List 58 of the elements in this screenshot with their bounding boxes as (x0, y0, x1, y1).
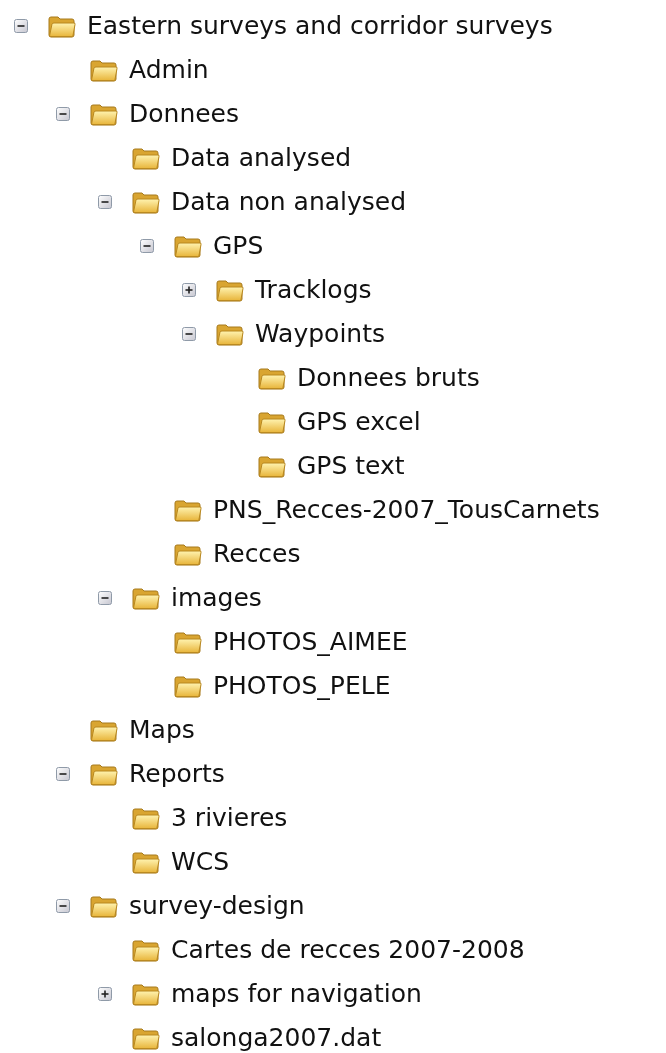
collapse-icon[interactable] (140, 239, 154, 253)
folder-icon (90, 718, 118, 742)
collapse-icon[interactable] (56, 767, 70, 781)
folder-icon (174, 498, 202, 522)
folder-icon (132, 1026, 160, 1050)
folder-label[interactable]: GPS text (297, 447, 405, 485)
folder-label[interactable]: Admin (129, 51, 209, 89)
folder-label[interactable]: Waypoints (255, 315, 386, 353)
folder-icon (90, 762, 118, 786)
folder-label[interactable]: images (171, 579, 262, 617)
folder-label[interactable]: GPS (213, 227, 264, 265)
folder-icon (90, 58, 118, 82)
folder-icon (258, 410, 286, 434)
folder-icon (48, 14, 76, 38)
folder-label[interactable]: WCS (171, 843, 230, 881)
folder-label[interactable]: Tracklogs (255, 271, 372, 309)
collapse-icon[interactable] (182, 327, 196, 341)
folder-icon (132, 146, 160, 170)
folder-label[interactable]: salonga2007.dat (171, 1019, 382, 1053)
collapse-icon[interactable] (98, 195, 112, 209)
folder-icon (132, 850, 160, 874)
expand-icon[interactable] (182, 283, 196, 297)
folder-icon (132, 586, 160, 610)
folder-icon (132, 982, 160, 1006)
folder-label[interactable]: Data non analysed (171, 183, 407, 221)
folder-label[interactable]: Maps (129, 711, 195, 749)
folder-icon (174, 674, 202, 698)
folder-icon (216, 322, 244, 346)
collapse-icon[interactable] (56, 899, 70, 913)
folder-icon (132, 190, 160, 214)
collapse-icon[interactable] (98, 591, 112, 605)
folder-icon (174, 542, 202, 566)
expand-icon[interactable] (98, 987, 112, 1001)
folder-label[interactable]: PHOTOS_AIMEE (213, 623, 408, 661)
collapse-icon[interactable] (56, 107, 70, 121)
folder-label[interactable]: Cartes de recces 2007-2008 (171, 931, 525, 969)
folder-icon (132, 806, 160, 830)
folder-label[interactable]: Data analysed (171, 139, 352, 177)
folder-icon (258, 454, 286, 478)
folder-label[interactable]: Recces (213, 535, 301, 573)
collapse-icon[interactable] (14, 19, 28, 33)
folder-label[interactable]: Reports (129, 755, 225, 793)
folder-label[interactable]: PHOTOS_PELE (213, 667, 391, 705)
folder-label[interactable]: Donnees bruts (297, 359, 480, 397)
folder-icon (174, 234, 202, 258)
folder-icon (174, 630, 202, 654)
folder-icon (258, 366, 286, 390)
folder-label[interactable]: Donnees (129, 95, 240, 133)
folder-icon (216, 278, 244, 302)
folder-icon (90, 894, 118, 918)
folder-label[interactable]: survey-design (129, 887, 305, 925)
folder-label[interactable]: PNS_Recces-2007_TousCarnets (213, 491, 600, 529)
folder-label[interactable]: GPS excel (297, 403, 421, 441)
folder-label[interactable]: 3 rivieres (171, 799, 288, 837)
folder-label[interactable]: maps for navigation (171, 975, 422, 1013)
folder-icon (90, 102, 118, 126)
folder-label[interactable]: Eastern surveys and corridor surveys (87, 7, 553, 45)
folder-icon (132, 938, 160, 962)
